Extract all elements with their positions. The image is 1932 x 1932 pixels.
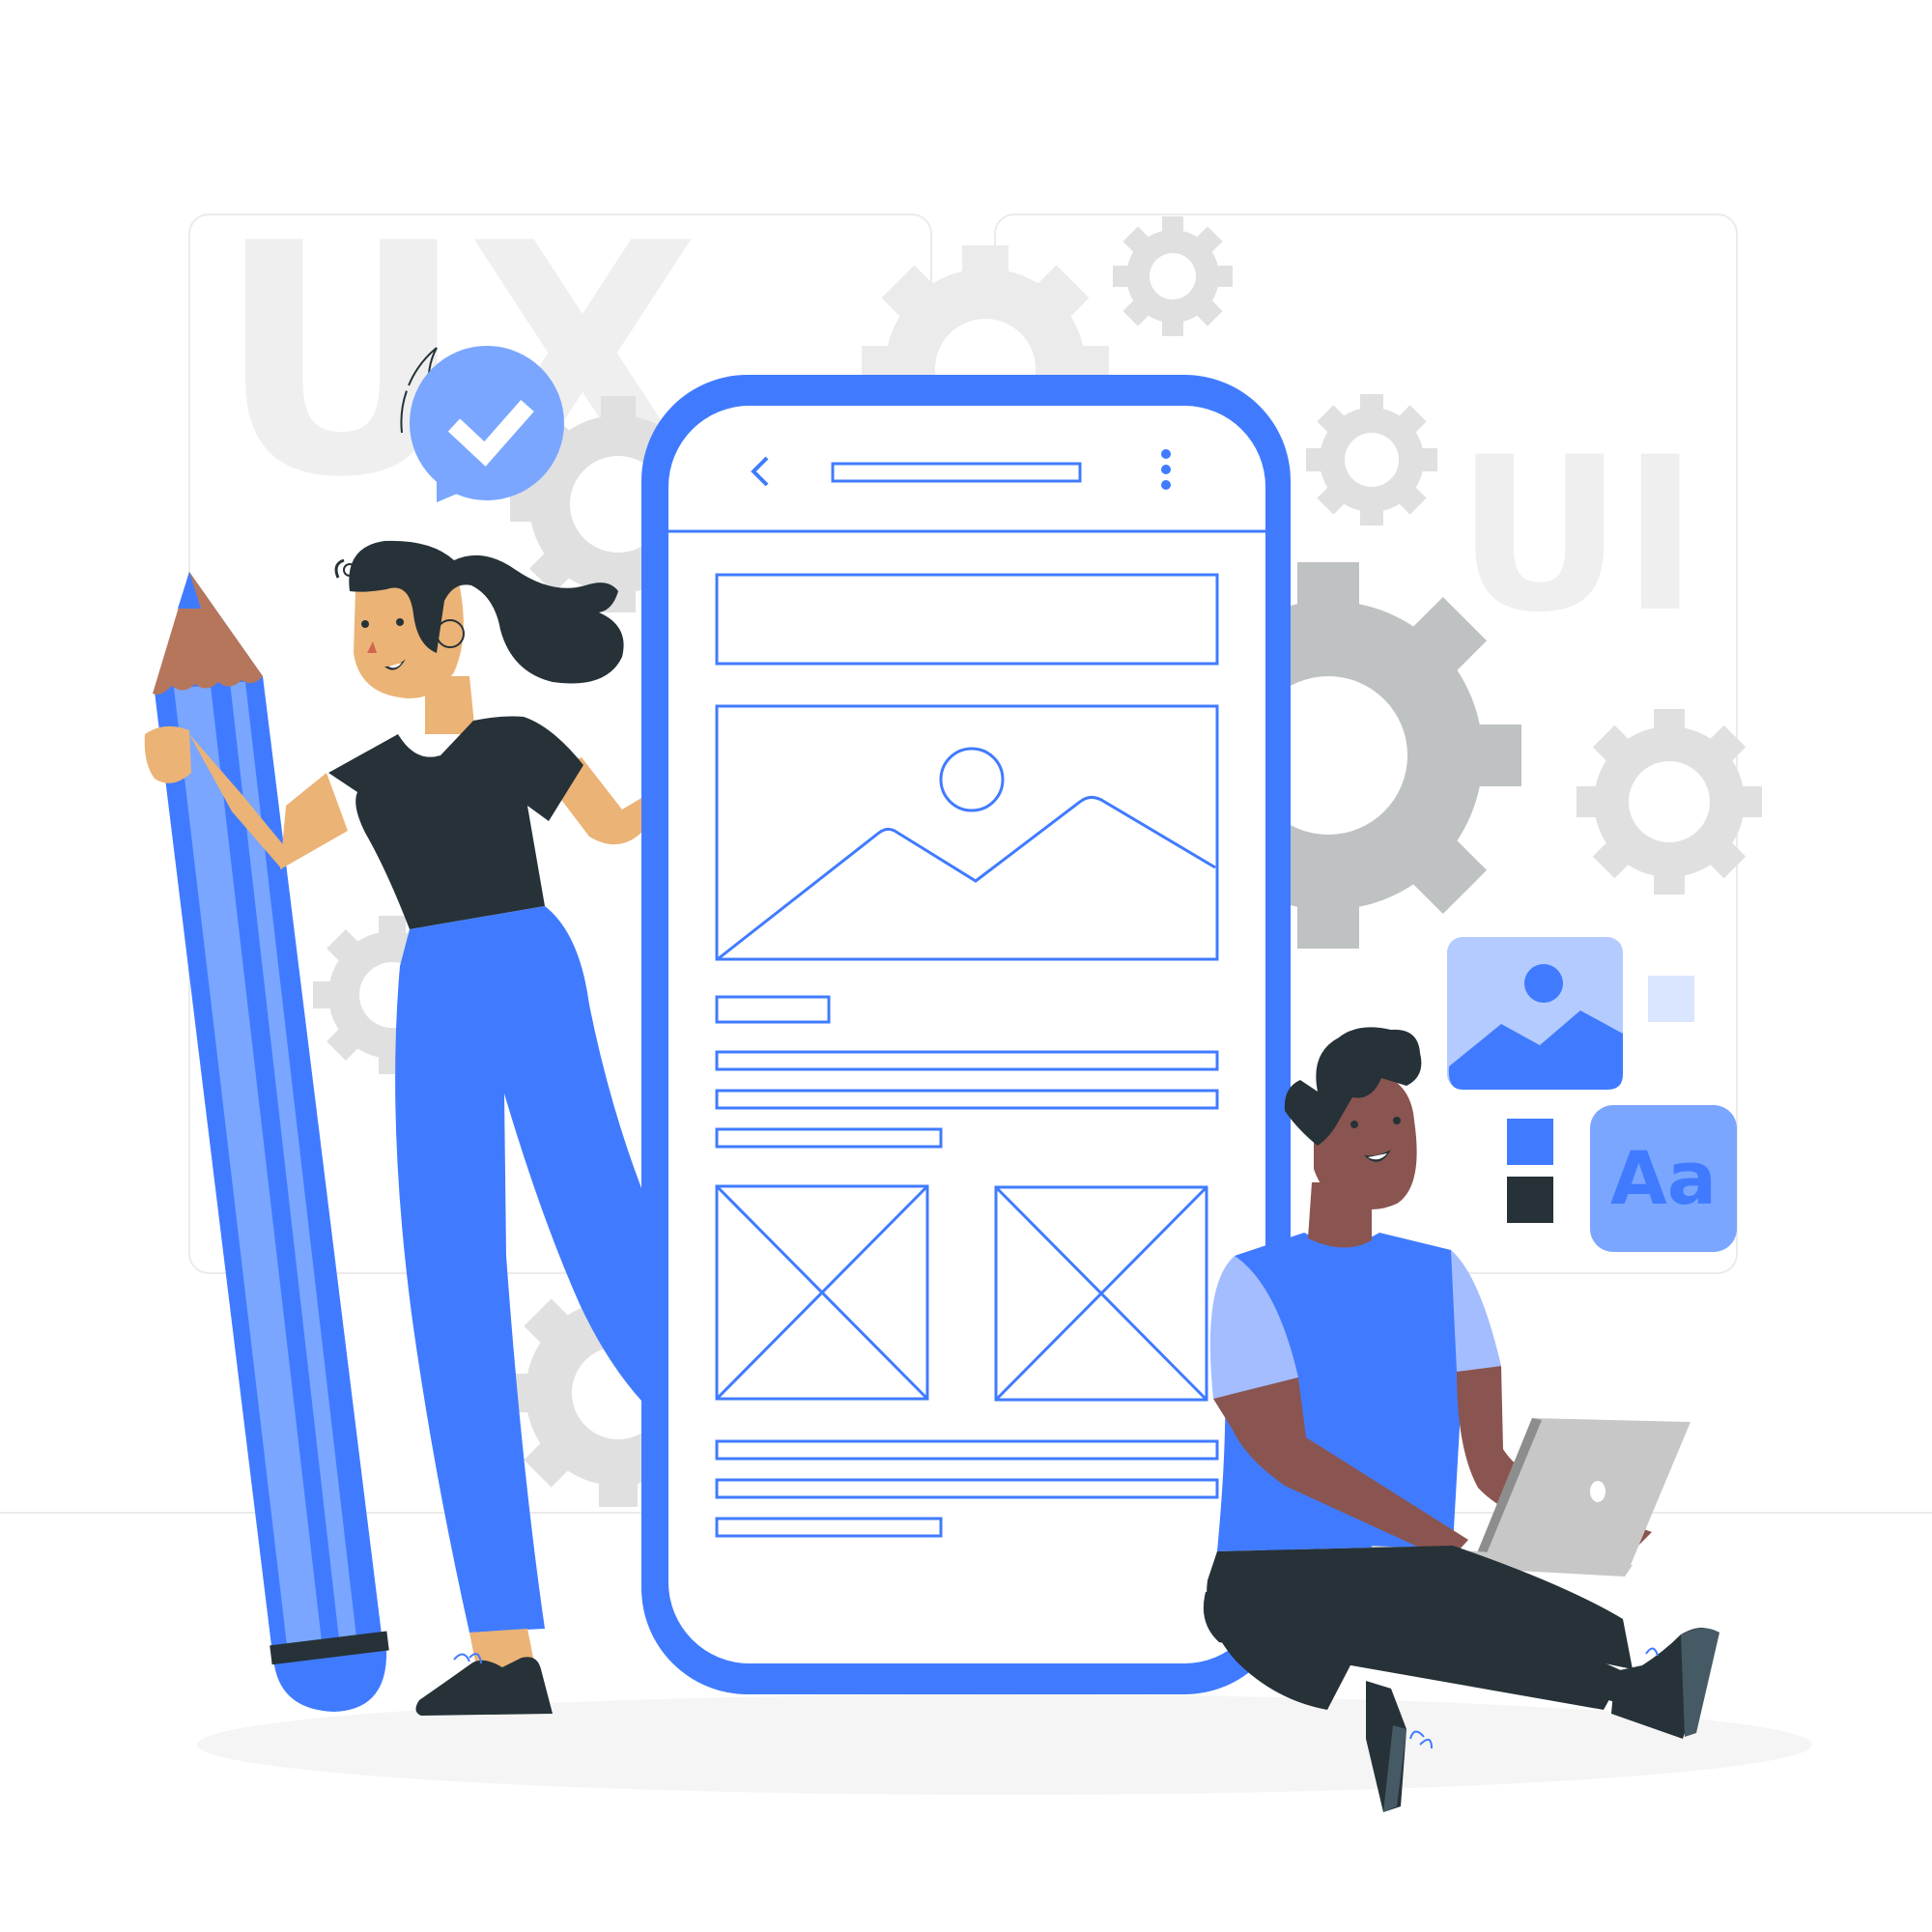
ui-letters: UI	[1457, 412, 1698, 659]
color-swatch	[1507, 1119, 1553, 1165]
gear-icon	[1113, 216, 1233, 336]
kebab-menu-icon	[1161, 449, 1171, 490]
ux-ui-design-illustration: UX UI	[0, 176, 1932, 1812]
phone-mockup	[641, 375, 1291, 1694]
color-swatch	[1648, 976, 1694, 1022]
gear-icon	[1577, 709, 1762, 895]
image-asset-card	[1447, 937, 1623, 1090]
typography-card: Aa	[1590, 1105, 1737, 1252]
typography-label: Aa	[1610, 1135, 1717, 1221]
color-swatch	[1507, 1177, 1553, 1223]
laptop-logo-icon	[1590, 1481, 1605, 1502]
phone-screen	[668, 406, 1265, 1663]
gear-icon	[1306, 394, 1437, 526]
